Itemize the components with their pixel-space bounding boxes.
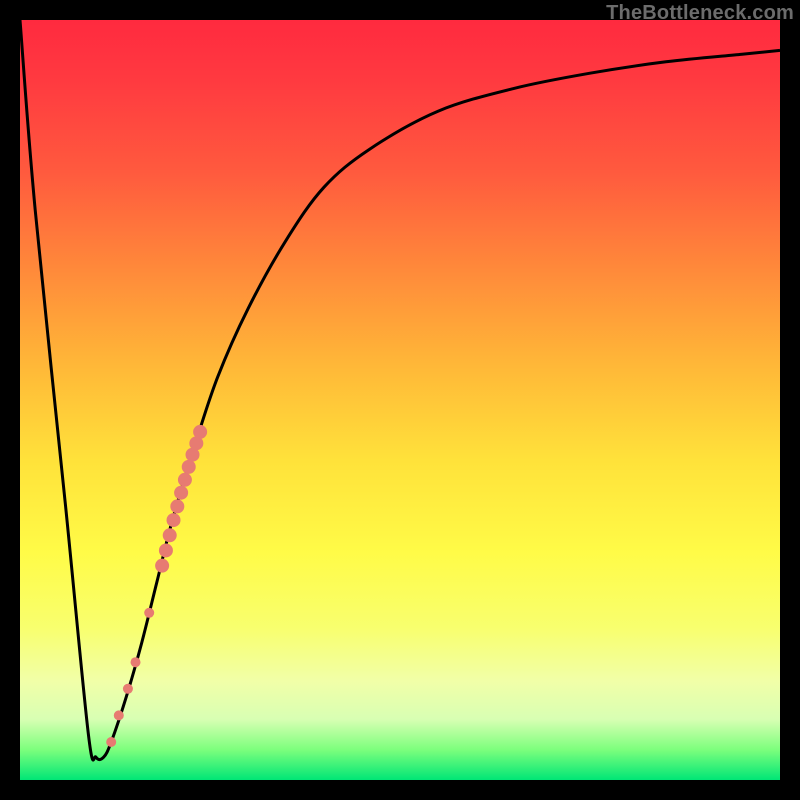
data-marker (163, 528, 177, 542)
data-marker (114, 710, 124, 720)
data-marker (170, 499, 184, 513)
data-marker (182, 460, 196, 474)
data-marker (144, 608, 154, 618)
data-marker (167, 513, 181, 527)
plot-area (20, 20, 780, 780)
data-marker (131, 657, 141, 667)
curve-svg (20, 20, 780, 780)
data-marker (159, 543, 173, 557)
chart-frame: TheBottleneck.com (0, 0, 800, 800)
data-marker (106, 737, 116, 747)
bottleneck-curve (20, 20, 780, 760)
watermark-text: TheBottleneck.com (606, 2, 794, 25)
data-marker (155, 559, 169, 573)
data-marker (178, 473, 192, 487)
data-marker (193, 425, 207, 439)
data-marker (123, 684, 133, 694)
data-marker (174, 486, 188, 500)
